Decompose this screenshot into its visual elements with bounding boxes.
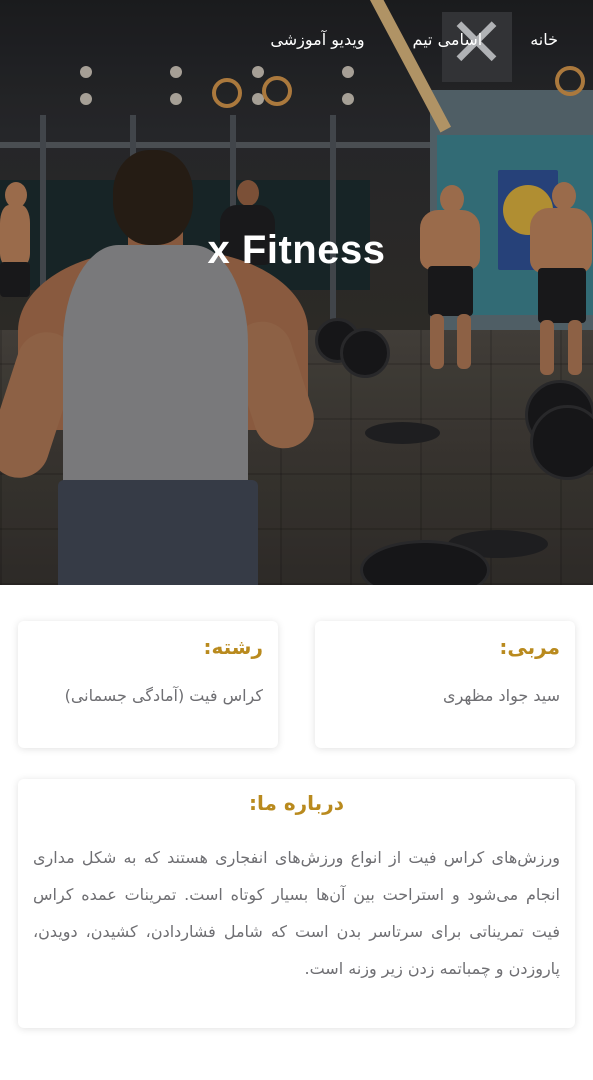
field-card: رشته: کراس فیت (آمادگی جسمانی)	[18, 621, 278, 748]
nav-item-home[interactable]: خانه	[530, 30, 558, 49]
hero-section: ✕ ویدیو آموزشی اسامی تیم خانه x Fitness	[0, 0, 593, 585]
nav-item-video-tutorial[interactable]: ویدیو آموزشی	[270, 30, 364, 49]
about-card-text: ورزش‌های کراس فیت از انواع ورزش‌های انفج…	[33, 848, 560, 978]
about-card-title: درباره ما:	[249, 791, 344, 815]
coach-card-title: مربی:	[499, 635, 560, 659]
about-card: درباره ما: ورزش‌های کراس فیت از انواع ور…	[18, 779, 575, 1028]
field-card-title: رشته:	[203, 635, 263, 659]
nav-item-team-names[interactable]: اسامی تیم	[413, 30, 483, 49]
hero-overlay	[0, 0, 593, 585]
field-card-value: کراس فیت (آمادگی جسمانی)	[64, 686, 263, 705]
coach-card: مربی: سید جواد مظهری	[315, 621, 575, 748]
top-navigation: ویدیو آموزشی اسامی تیم خانه	[270, 30, 558, 49]
coach-card-value: سید جواد مظهری	[443, 686, 560, 705]
hero-title: x Fitness	[207, 228, 386, 272]
